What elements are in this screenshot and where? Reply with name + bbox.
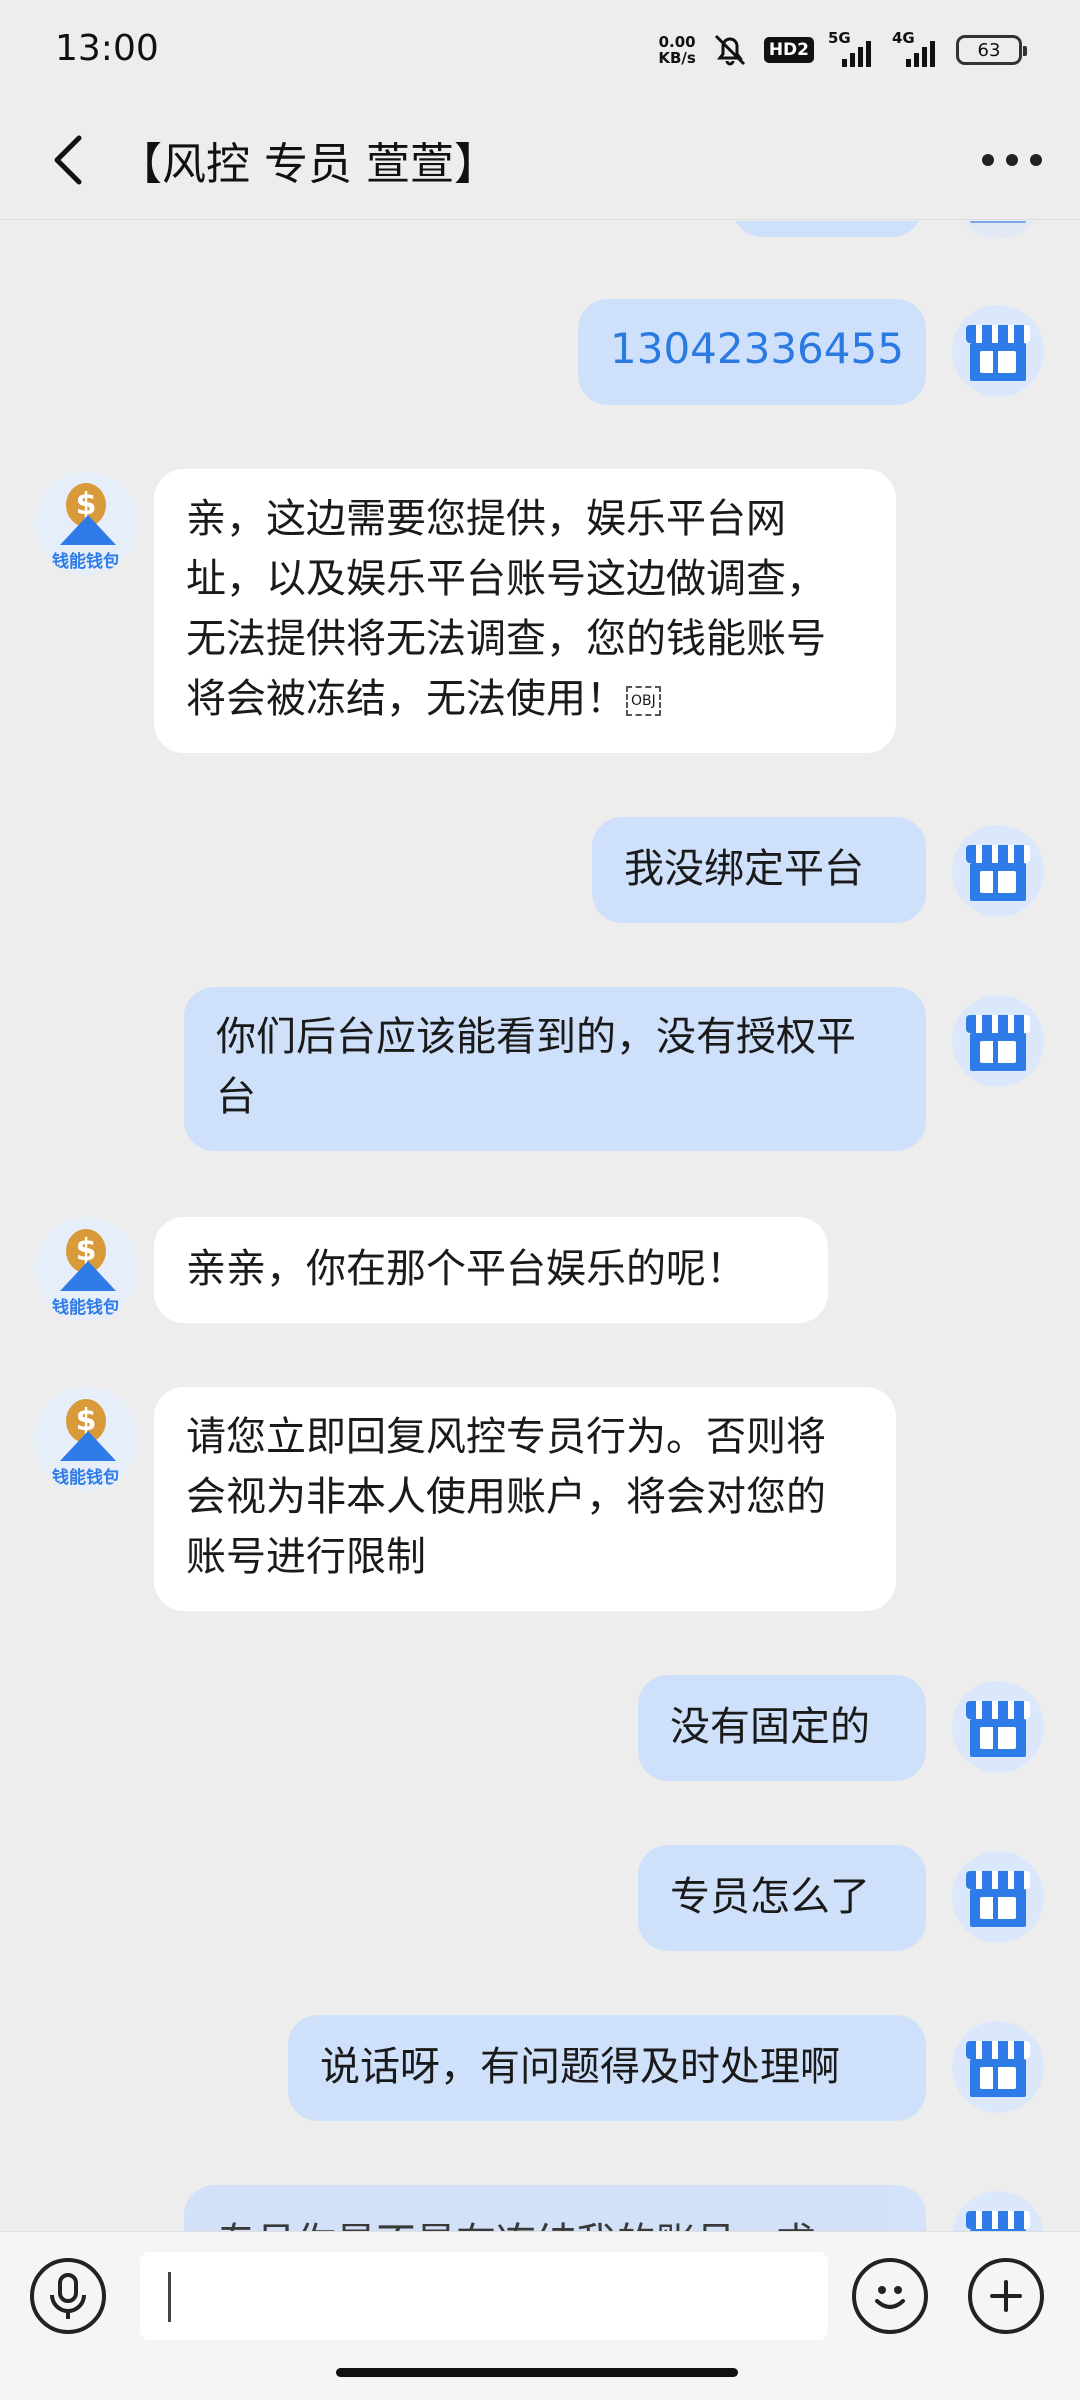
microphone-icon xyxy=(50,2273,86,2319)
message-text: 说话呀，有问题得及时处理啊 xyxy=(320,2044,840,2090)
store-icon xyxy=(966,2211,1030,2229)
message-bubble-incoming[interactable]: 请您立即回复风控专员行为。否则将会视为非本人使用账户，将会对您的账号进行限制 xyxy=(154,1387,896,1611)
signal-4g-icon: 4G xyxy=(892,29,942,67)
text-caret xyxy=(168,2272,171,2322)
plus-icon xyxy=(990,2280,1022,2312)
self-avatar[interactable] xyxy=(952,2021,1044,2113)
object-placeholder-tag: OBJ xyxy=(626,686,661,716)
message-bubble-outgoing[interactable]: 没有固定的 xyxy=(638,1675,926,1781)
voice-button[interactable] xyxy=(30,2258,106,2334)
back-button[interactable] xyxy=(45,130,95,190)
self-avatar[interactable] xyxy=(952,1681,1044,1773)
network-speed-value: 0.00 xyxy=(658,33,696,51)
self-avatar[interactable] xyxy=(952,221,1044,239)
message-bubble-phone[interactable]: 13042336455 xyxy=(578,299,926,405)
message-bubble-outgoing[interactable]: 你们后台应该能看到的，没有授权平台 xyxy=(184,987,926,1151)
message-text: 请您立即回复风控专员行为。否则将会视为非本人使用账户，将会对您的账号进行限制 xyxy=(186,1414,826,1580)
sender-logo-text: 钱能钱包 xyxy=(52,552,120,572)
message-bubble-partial[interactable] xyxy=(732,221,922,237)
store-icon xyxy=(966,1015,1030,1033)
status-time: 13:00 xyxy=(55,28,159,69)
message-bubble-outgoing[interactable]: 专员你是不是在冻结我的账号，求 xyxy=(184,2185,926,2231)
store-icon xyxy=(966,845,1030,863)
network-speed-unit: KB/s xyxy=(658,49,696,67)
message-text: 专员怎么了 xyxy=(670,1874,870,1920)
message-list[interactable]: 13042336455 $ 钱能钱包 亲，这边需要您提供，娱乐平台网址，以及娱乐… xyxy=(0,221,1080,2231)
sender-avatar[interactable]: $ 钱能钱包 xyxy=(34,1387,138,1491)
message-text: 我没绑定平台 xyxy=(624,846,864,892)
message-bubble-outgoing[interactable]: 我没绑定平台 xyxy=(592,817,926,923)
store-icon xyxy=(966,325,1030,343)
sender-logo-text: 钱能钱包 xyxy=(52,1298,120,1318)
more-dot xyxy=(1006,154,1018,166)
chevron-left-icon xyxy=(54,135,82,185)
self-avatar[interactable] xyxy=(952,2191,1044,2231)
phone-number-link[interactable]: 13042336455 xyxy=(610,324,904,373)
more-dot xyxy=(1030,154,1042,166)
message-input[interactable] xyxy=(140,2252,828,2340)
chat-header: 【风控 专员 萱萱】 xyxy=(0,100,1080,220)
network-speed: 0.00 KB/s xyxy=(658,34,695,66)
hd-voice-badge: HD2 xyxy=(763,37,814,63)
plus-button[interactable] xyxy=(968,2258,1044,2334)
message-text: 你们后台应该能看到的，没有授权平台 xyxy=(216,1014,856,1120)
store-icon xyxy=(966,2041,1030,2059)
battery-level: 63 xyxy=(977,39,1001,61)
chat-title: 【风控 专员 萱萱】 xyxy=(118,139,498,190)
more-dot xyxy=(982,154,994,166)
sender-avatar[interactable]: $ 钱能钱包 xyxy=(34,1217,138,1321)
message-text: 专员你是不是在冻结我的账号，求 xyxy=(216,2220,816,2231)
signal-5g-icon: 5G xyxy=(828,29,878,67)
self-avatar[interactable] xyxy=(952,1851,1044,1943)
message-bubble-incoming[interactable]: 亲亲，你在那个平台娱乐的呢！ xyxy=(154,1217,828,1323)
message-text: 没有固定的 xyxy=(670,1704,870,1750)
self-avatar[interactable] xyxy=(952,825,1044,917)
self-avatar[interactable] xyxy=(952,995,1044,1087)
store-icon xyxy=(966,1871,1030,1889)
store-icon xyxy=(966,1701,1030,1719)
status-bar: 13:00 0.00 KB/s HD2 5G 4G 63 xyxy=(0,0,1080,100)
home-indicator[interactable] xyxy=(336,2368,738,2377)
message-text: 亲亲，你在那个平台娱乐的呢！ xyxy=(186,1246,746,1292)
more-button[interactable] xyxy=(982,140,1042,180)
message-bubble-outgoing[interactable]: 专员怎么了 xyxy=(638,1845,926,1951)
sender-avatar[interactable]: $ 钱能钱包 xyxy=(34,471,138,575)
message-bubble-incoming[interactable]: 亲，这边需要您提供，娱乐平台网址，以及娱乐平台账号这边做调查，无法提供将无法调查… xyxy=(154,469,896,753)
mute-bell-icon xyxy=(714,34,745,66)
input-bar xyxy=(0,2231,1080,2400)
emoji-icon xyxy=(875,2286,905,2309)
battery-icon: 63 xyxy=(956,35,1027,65)
message-text: 亲，这边需要您提供，娱乐平台网址，以及娱乐平台账号这边做调查，无法提供将无法调查… xyxy=(186,496,826,722)
status-icons: 0.00 KB/s HD2 5G 4G 63 xyxy=(658,28,1027,72)
message-bubble-outgoing[interactable]: 说话呀，有问题得及时处理啊 xyxy=(288,2015,926,2121)
emoji-button[interactable] xyxy=(852,2258,928,2334)
self-avatar[interactable] xyxy=(952,305,1044,397)
sender-logo-text: 钱能钱包 xyxy=(52,1468,120,1488)
